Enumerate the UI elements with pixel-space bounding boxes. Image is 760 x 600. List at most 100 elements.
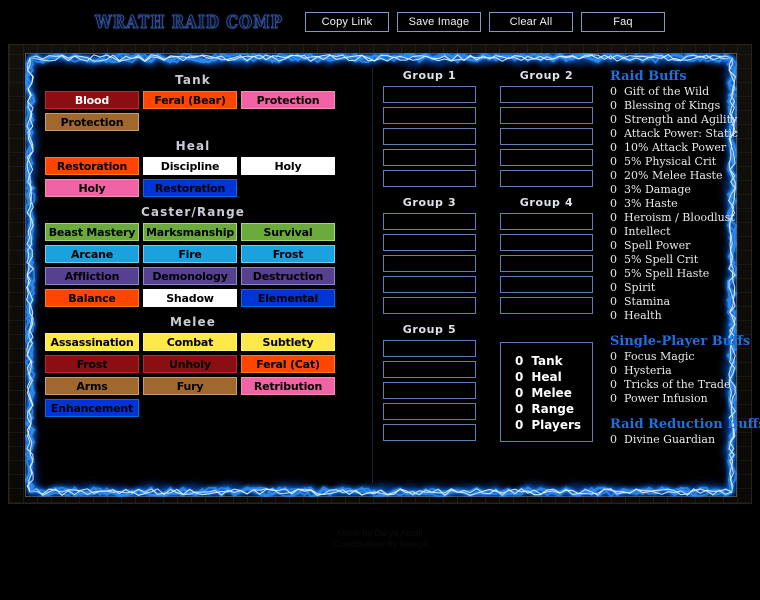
spec-button-unholy[interactable]: Unholy [143, 355, 237, 373]
buff-label: Spirit [624, 281, 655, 295]
spec-button-elemental[interactable]: Elemental [241, 289, 335, 307]
save-image-button[interactable]: Save Image [397, 12, 481, 32]
buff-summary-panel: Raid Buffs 0 Gift of the Wild 0 Blessing of … [610, 69, 760, 447]
group-slot[interactable] [383, 403, 476, 420]
clear-all-button[interactable]: Clear All [489, 12, 573, 32]
spec-button-arcane[interactable]: Arcane [45, 245, 139, 263]
spec-button-destruction[interactable]: Destruction [241, 267, 335, 285]
buff-count: 0 [610, 433, 624, 447]
group-slot[interactable] [383, 86, 476, 103]
counter-value: 0 [515, 417, 523, 433]
spec-button-subtlety[interactable]: Subtlety [241, 333, 335, 351]
spec-row: Holy Restoration [45, 179, 341, 197]
group-slot[interactable] [500, 128, 593, 145]
footer-line-1: Made by Darya Atsali [0, 528, 760, 539]
buff-count: 0 [610, 392, 624, 406]
spec-button-balance[interactable]: Balance [45, 289, 139, 307]
buff-row: 0 Spirit [610, 281, 760, 295]
buff-row: 0 Attack Power: Static [610, 127, 760, 141]
buff-label: 5% Spell Crit [624, 253, 698, 267]
buff-count: 0 [610, 85, 624, 99]
buff-count: 0 [610, 99, 624, 113]
buff-row: 0 Focus Magic [610, 350, 760, 364]
spec-row: Arms Fury Retribution [45, 377, 341, 395]
counter-row-players: 0 Players [515, 417, 592, 433]
spec-button-blood[interactable]: Blood [45, 91, 139, 109]
group-slot[interactable] [500, 107, 593, 124]
group-slot[interactable] [500, 170, 593, 187]
group-slot[interactable] [500, 213, 593, 230]
group-slot[interactable] [383, 170, 476, 187]
buff-count: 0 [610, 155, 624, 169]
group-slot[interactable] [500, 276, 593, 293]
group-slot[interactable] [383, 361, 476, 378]
group-slot[interactable] [383, 276, 476, 293]
buff-label: Heroism / Bloodlust [624, 211, 735, 225]
spec-button-frost[interactable]: Frost [241, 245, 335, 263]
buff-section-title-single-player-buffs: Single-Player Buffs [610, 334, 760, 349]
buff-label: Stamina [624, 295, 670, 309]
group-slot[interactable] [500, 234, 593, 251]
group-slot[interactable] [383, 149, 476, 166]
spec-button-affliction[interactable]: Affliction [45, 267, 139, 285]
spec-row: Enhancement [45, 399, 341, 417]
faq-button[interactable]: Faq [581, 12, 665, 32]
spec-button-frost[interactable]: Frost [45, 355, 139, 373]
spec-category-title-heal: Heal [45, 139, 341, 153]
spec-button-restoration[interactable]: Restoration [143, 179, 237, 197]
spec-button-shadow[interactable]: Shadow [143, 289, 237, 307]
group-label-5: Group 5 [383, 323, 476, 336]
spec-button-arms[interactable]: Arms [45, 377, 139, 395]
spec-button-feral-cat[interactable]: Feral (Cat) [241, 355, 335, 373]
group-label-4: Group 4 [500, 196, 593, 209]
spec-button-assassination[interactable]: Assassination [45, 333, 139, 351]
spec-button-fury[interactable]: Fury [143, 377, 237, 395]
group-slot[interactable] [383, 255, 476, 272]
counter-row-heal: 0 Heal [515, 369, 592, 385]
spec-button-beast-mastery[interactable]: Beast Mastery [45, 223, 139, 241]
copy-link-button[interactable]: Copy Link [305, 12, 389, 32]
counter-label: Melee [531, 385, 571, 401]
app-logo: WRATH RAID COMP [95, 12, 283, 33]
group-slot[interactable] [383, 234, 476, 251]
group-slot[interactable] [383, 107, 476, 124]
spec-button-protection[interactable]: Protection [45, 113, 139, 131]
spec-button-discipline[interactable]: Discipline [143, 157, 237, 175]
group-slot[interactable] [383, 340, 476, 357]
buff-count: 0 [610, 364, 624, 378]
buff-count: 0 [610, 378, 624, 392]
buff-section-title-raid-buffs: Raid Buffs [610, 69, 760, 84]
spec-button-feral-bear[interactable]: Feral (Bear) [143, 91, 237, 109]
spec-button-combat[interactable]: Combat [143, 333, 237, 351]
group-box-4: Group 4 [500, 196, 593, 318]
group-slot[interactable] [383, 213, 476, 230]
group-slot[interactable] [500, 149, 593, 166]
counter-label: Heal [531, 369, 561, 385]
spec-button-survival[interactable]: Survival [241, 223, 335, 241]
spec-button-enhancement[interactable]: Enhancement [45, 399, 139, 417]
group-slot[interactable] [500, 255, 593, 272]
vertical-divider [372, 67, 373, 483]
group-slot[interactable] [383, 382, 476, 399]
spec-button-holy[interactable]: Holy [241, 157, 335, 175]
buff-label: Divine Guardian [624, 433, 715, 447]
buff-count: 0 [610, 211, 624, 225]
group-slot[interactable] [383, 424, 476, 441]
spec-button-restoration[interactable]: Restoration [45, 157, 139, 175]
spec-button-fire[interactable]: Fire [143, 245, 237, 263]
group-slot[interactable] [383, 128, 476, 145]
spec-button-protection[interactable]: Protection [241, 91, 335, 109]
buff-count: 0 [610, 127, 624, 141]
group-slot[interactable] [500, 297, 593, 314]
spec-button-demonology[interactable]: Demonology [143, 267, 237, 285]
buff-count: 0 [610, 197, 624, 211]
group-slot[interactable] [500, 86, 593, 103]
spec-button-marksmanship[interactable]: Marksmanship [143, 223, 237, 241]
counter-row-range: 0 Range [515, 401, 592, 417]
group-slot[interactable] [383, 297, 476, 314]
spec-button-holy[interactable]: Holy [45, 179, 139, 197]
buff-count: 0 [610, 225, 624, 239]
spec-button-retribution[interactable]: Retribution [241, 377, 335, 395]
spec-row: Protection [45, 113, 341, 131]
buff-row: 0 5% Physical Crit [610, 155, 760, 169]
